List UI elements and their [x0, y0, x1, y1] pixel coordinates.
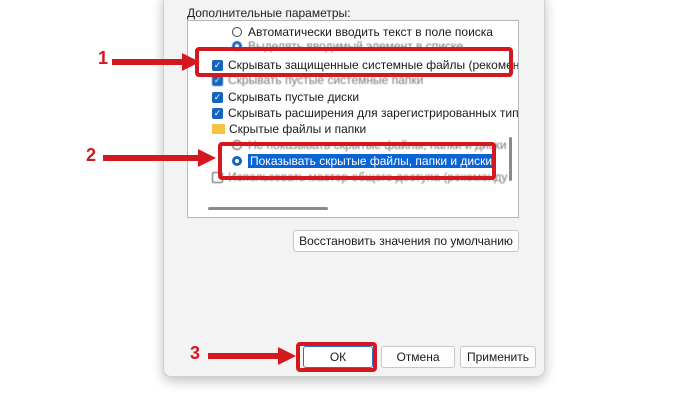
cancel-button[interactable]: Отмена	[381, 346, 455, 368]
checkbox-checked-icon[interactable]: ✓	[212, 107, 223, 119]
arrow-icon	[103, 149, 216, 167]
annotation-number-3: 3	[190, 343, 201, 363]
horizontal-scrollbar[interactable]	[208, 207, 328, 210]
highlight-box-2	[218, 142, 496, 180]
vertical-scrollbar[interactable]	[509, 137, 512, 181]
list-item[interactable]: ✓ Скрывать расширения для зарегистрирова…	[212, 105, 519, 121]
highlight-box-1	[195, 47, 513, 77]
annotation-number-2: 2	[86, 145, 97, 165]
advanced-settings-label: Дополнительные параметры:	[187, 6, 351, 20]
list-item-label: Автоматически вводить текст в поле поиск…	[248, 25, 493, 39]
list-item-label: Скрытые файлы и папки	[229, 122, 367, 136]
arrow-icon	[112, 53, 200, 71]
annotation-number-1: 1	[98, 48, 109, 68]
folder-icon	[212, 124, 225, 134]
radio-button[interactable]	[232, 27, 242, 37]
list-item-label: Скрывать расширения для зарегистрированн…	[228, 106, 519, 120]
list-item-label: Скрывать пустые диски	[228, 90, 360, 104]
apply-button[interactable]: Применить	[460, 346, 536, 368]
restore-defaults-button[interactable]: Восстановить значения по умолчанию	[293, 230, 519, 252]
highlight-box-3	[296, 342, 377, 372]
checkbox-checked-icon[interactable]: ✓	[212, 91, 223, 103]
list-item[interactable]: ✓ Скрывать пустые диски	[212, 89, 359, 105]
arrow-icon	[208, 347, 296, 365]
list-item: Скрытые файлы и папки	[212, 121, 366, 137]
